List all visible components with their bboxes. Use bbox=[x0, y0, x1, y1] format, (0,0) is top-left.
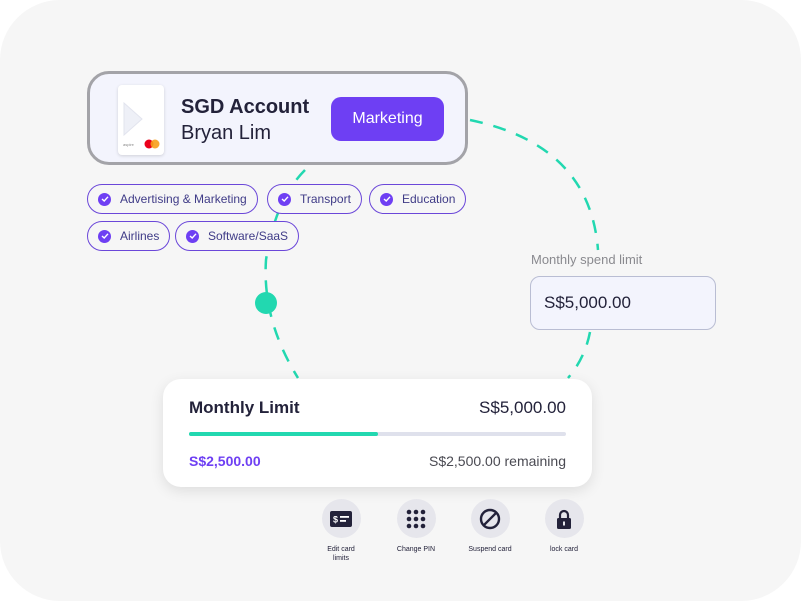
connector-node bbox=[255, 292, 277, 314]
team-button[interactable]: Marketing bbox=[331, 97, 444, 141]
edit-card-limits-button[interactable]: $ bbox=[321, 499, 361, 538]
category-chip-transport[interactable]: Transport bbox=[267, 184, 362, 214]
card-chevron-icon bbox=[123, 101, 143, 137]
card-thumbnail: aspire bbox=[118, 85, 164, 155]
suspend-card-button[interactable] bbox=[470, 499, 510, 538]
check-icon bbox=[278, 192, 291, 206]
edit-card-icon: $ bbox=[330, 510, 352, 527]
card-holder-name: Bryan Lim bbox=[181, 122, 272, 144]
change-pin-label: Change PIN bbox=[396, 546, 436, 553]
monthly-limit-card: Monthly Limit S$5,000.00 S$2,500.00 S$2,… bbox=[163, 379, 592, 487]
account-card[interactable]: aspire SGD Account Bryan Lim Marketing bbox=[87, 71, 468, 165]
check-icon bbox=[98, 229, 111, 243]
check-icon bbox=[380, 192, 393, 206]
mastercard-icon bbox=[144, 139, 160, 149]
limit-progress-fill bbox=[189, 432, 378, 436]
lock-icon bbox=[557, 509, 571, 529]
category-label: Software/SaaS bbox=[208, 229, 289, 243]
category-chip-software[interactable]: Software/SaaS bbox=[175, 221, 300, 251]
category-chip-advertising[interactable]: Advertising & Marketing bbox=[87, 184, 258, 214]
spend-limit-label: Monthly spend limit bbox=[531, 252, 643, 267]
card-brand-text: aspire bbox=[123, 142, 134, 147]
category-label: Transport bbox=[300, 192, 351, 206]
category-chip-education[interactable]: Education bbox=[369, 184, 467, 214]
spent-amount: S$2,500.00 bbox=[189, 453, 261, 469]
suspend-card-action[interactable]: Suspend card bbox=[450, 499, 530, 554]
keypad-icon bbox=[406, 509, 426, 528]
lock-card-label: lock card bbox=[549, 546, 578, 553]
svg-text:$: $ bbox=[333, 514, 338, 524]
remaining-amount: S$2,500.00 remaining bbox=[429, 453, 566, 469]
category-label: Advertising & Marketing bbox=[120, 192, 247, 206]
category-label: Education bbox=[402, 192, 456, 206]
edit-card-limits-action[interactable]: $ Edit card limits bbox=[301, 499, 381, 563]
change-pin-action[interactable]: Change PIN bbox=[376, 499, 456, 554]
monthly-limit-total: S$5,000.00 bbox=[479, 398, 566, 417]
category-chip-airlines[interactable]: Airlines bbox=[87, 221, 171, 251]
suspend-icon bbox=[479, 508, 501, 529]
edit-card-limits-label: Edit card limits bbox=[327, 546, 355, 562]
category-label: Airlines bbox=[120, 229, 160, 243]
spend-limit-input[interactable]: S$5,000.00 bbox=[530, 276, 716, 330]
suspend-card-label: Suspend card bbox=[468, 546, 512, 553]
change-pin-button[interactable] bbox=[396, 499, 436, 538]
lock-card-action[interactable]: lock card bbox=[524, 499, 604, 554]
check-icon bbox=[186, 229, 199, 243]
lock-card-button[interactable] bbox=[544, 499, 584, 538]
limit-progress-bar bbox=[189, 432, 566, 436]
monthly-limit-title: Monthly Limit bbox=[189, 398, 300, 417]
account-title: SGD Account bbox=[181, 96, 310, 118]
check-icon bbox=[98, 192, 111, 206]
